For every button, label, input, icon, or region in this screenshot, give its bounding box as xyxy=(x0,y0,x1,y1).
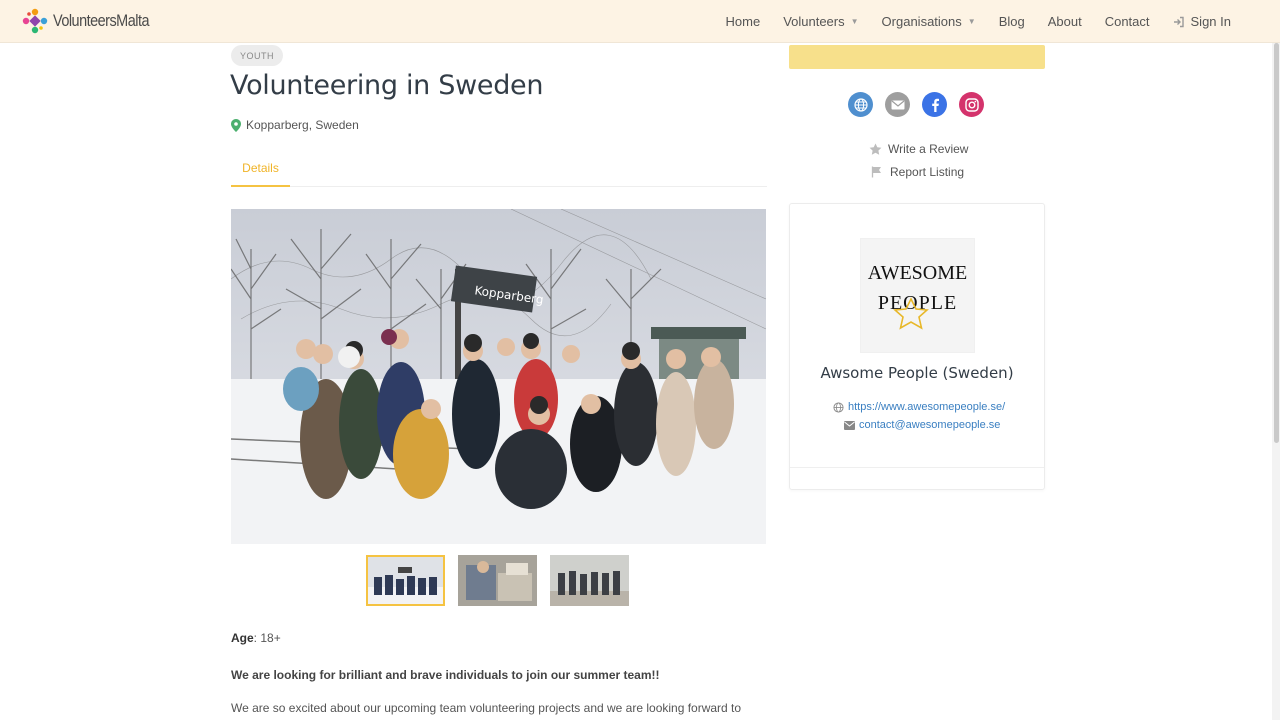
flag-icon xyxy=(870,166,884,178)
nav-about-label: About xyxy=(1047,14,1082,29)
chevron-down-icon: ▼ xyxy=(967,17,976,26)
card-divider xyxy=(790,467,1044,468)
nav-blog[interactable]: Blog xyxy=(999,14,1025,29)
nav-organisations-label: Organisations xyxy=(881,14,962,29)
description-lead: We are looking for brilliant and brave i… xyxy=(231,668,660,682)
listing-actions: Write a Review Report Listing xyxy=(868,141,968,187)
mail-icon[interactable] xyxy=(885,92,910,117)
thumbnail-2[interactable] xyxy=(458,555,537,606)
facebook-icon[interactable] xyxy=(922,92,947,117)
nav-sign-in[interactable]: Sign In xyxy=(1173,14,1231,29)
thumbnail-3[interactable] xyxy=(550,555,629,606)
map-pin-icon xyxy=(231,118,241,132)
category-badge[interactable]: YOUTH xyxy=(231,45,283,66)
organisation-website[interactable]: https://www.awesomepeople.se/ xyxy=(833,401,1005,413)
star-icon xyxy=(868,143,882,156)
organisation-email[interactable]: contact@awesomepeople.se xyxy=(844,419,1000,431)
tab-details[interactable]: Details xyxy=(231,150,290,187)
organisation-card: AWESOME PEOPLE Awsome People (Sweden) ht… xyxy=(789,203,1045,490)
nav-volunteers-label: Volunteers xyxy=(783,14,845,29)
report-listing-label: Report Listing xyxy=(890,165,965,179)
top-navbar: VolunteersMalta Home Volunteers ▼ Organis… xyxy=(0,0,1280,43)
listing-tabs: Details xyxy=(231,150,767,187)
globe-icon xyxy=(833,401,844,413)
nav-organisations[interactable]: Organisations ▼ xyxy=(882,14,976,29)
age-value: : 18+ xyxy=(253,631,281,645)
main-nav: Home Volunteers ▼ Organisations ▼ Blog Abo… xyxy=(703,0,1232,43)
social-links xyxy=(848,92,996,117)
nav-sign-in-label: Sign In xyxy=(1190,14,1231,29)
nav-home[interactable]: Home xyxy=(726,14,761,29)
location-text: Kopparberg, Sweden xyxy=(246,118,359,132)
thumbnail-1[interactable] xyxy=(366,555,445,606)
write-review-label: Write a Review xyxy=(888,142,969,156)
write-review-link[interactable]: Write a Review xyxy=(868,141,968,157)
nav-contact-label: Contact xyxy=(1104,14,1150,29)
organisation-email-text: contact@awesomepeople.se xyxy=(859,419,1001,431)
listing-location: Kopparberg, Sweden xyxy=(231,118,359,132)
age-label: Age xyxy=(231,631,254,645)
nav-home-label: Home xyxy=(725,14,761,29)
globe-icon[interactable] xyxy=(848,92,873,117)
main-listing-photo[interactable]: Kopparberg xyxy=(231,209,766,544)
page-title: Volunteering in Sweden xyxy=(230,70,544,101)
nav-volunteers[interactable]: Volunteers ▼ xyxy=(783,14,858,29)
organisation-website-text: https://www.awesomepeople.se/ xyxy=(848,401,1006,413)
organisation-logo[interactable]: AWESOME PEOPLE xyxy=(860,238,975,353)
description-body: We are so excited about our upcoming tea… xyxy=(231,701,742,715)
nav-blog-label: Blog xyxy=(998,14,1025,29)
nav-contact[interactable]: Contact xyxy=(1105,14,1150,29)
instagram-icon[interactable] xyxy=(959,92,984,117)
sidebar-highlight-bar xyxy=(789,45,1045,69)
nav-about[interactable]: About xyxy=(1048,14,1082,29)
organisation-name[interactable]: Awsome People (Sweden) xyxy=(790,364,1044,382)
mail-icon xyxy=(844,420,855,430)
logo-line-1: AWESOME xyxy=(868,262,968,284)
logo-line-2: PEOPLE xyxy=(878,292,957,314)
sign-in-icon xyxy=(1173,16,1185,28)
logo-mark-icon xyxy=(22,8,48,34)
report-listing-link[interactable]: Report Listing xyxy=(870,164,968,180)
age-requirement: Age: 18+ xyxy=(231,631,281,645)
site-logo[interactable]: VolunteersMalta xyxy=(20,5,166,37)
scrollbar-thumb[interactable] xyxy=(1274,43,1279,443)
photo-thumbnails xyxy=(366,555,642,606)
logo-text: VolunteersMalta xyxy=(53,11,149,30)
chevron-down-icon: ▼ xyxy=(850,17,859,26)
